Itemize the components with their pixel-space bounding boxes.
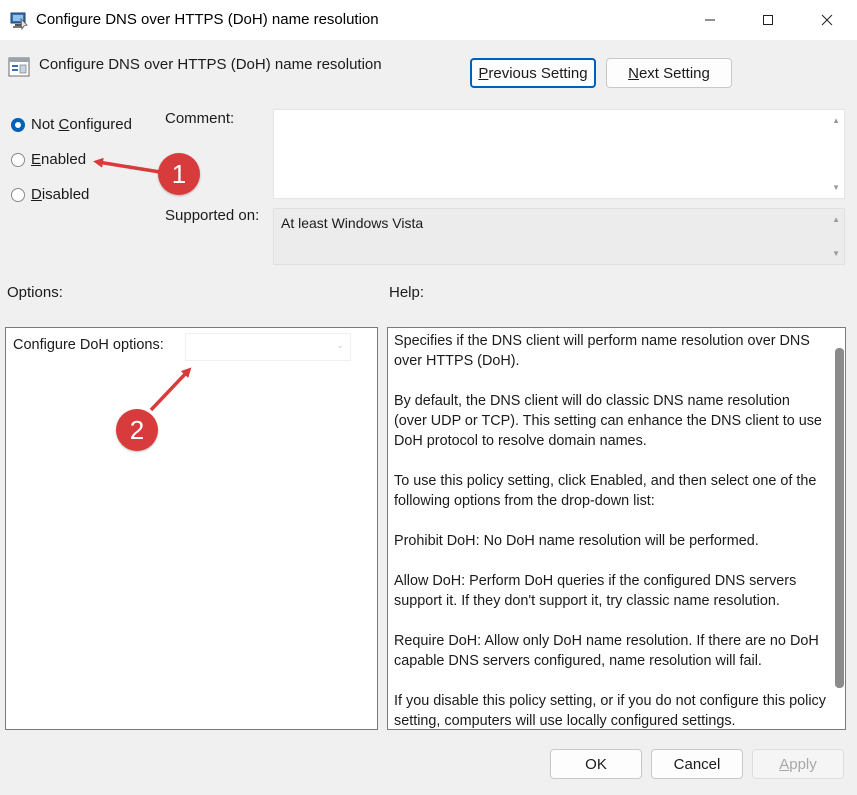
next-setting-accesskey: N	[628, 65, 639, 82]
radio-not-configured[interactable]: Not Configured	[11, 116, 132, 133]
comment-label: Comment:	[165, 110, 234, 127]
help-scrollbar[interactable]	[834, 328, 845, 729]
title-bar[interactable]: Configure DNS over HTTPS (DoH) name reso…	[0, 0, 857, 40]
previous-setting-accesskey: P	[478, 65, 488, 82]
radio-enabled-label: Enabled	[31, 151, 86, 168]
close-button[interactable]	[798, 0, 856, 40]
maximize-icon	[762, 14, 774, 26]
supported-on-value: At least Windows Vista	[281, 215, 423, 231]
comment-scrollbar[interactable]: ▲ ▼	[828, 110, 844, 198]
minimize-icon	[704, 14, 716, 26]
apply-accesskey: A	[779, 756, 789, 773]
apply-button[interactable]: Apply	[752, 749, 844, 779]
supported-on-field: At least Windows Vista ▲ ▼	[273, 208, 845, 265]
window-title: Configure DNS over HTTPS (DoH) name reso…	[36, 11, 379, 28]
help-paragraph: If you disable this policy setting, or i…	[394, 691, 826, 730]
close-icon	[821, 14, 833, 26]
ok-button[interactable]: OK	[550, 749, 642, 779]
annotation-badge-2: 2	[116, 409, 158, 451]
group-policy-app-icon	[9, 10, 29, 30]
supported-on-label: Supported on:	[165, 207, 259, 224]
previous-setting-label: revious Setting	[488, 65, 587, 82]
help-paragraph: To use this policy setting, click Enable…	[394, 471, 826, 511]
radio-disabled-label: Disabled	[31, 186, 89, 203]
help-scrollbar-thumb[interactable]	[835, 348, 844, 688]
radio-indicator	[11, 153, 25, 167]
options-label: Options:	[7, 284, 63, 301]
chevron-down-icon: ⌄	[336, 340, 344, 351]
help-text: Specifies if the DNS client will perform…	[394, 331, 826, 730]
radio-not-configured-label: Not Configured	[31, 116, 132, 133]
help-panel: Specifies if the DNS client will perform…	[387, 327, 846, 730]
configure-doh-dropdown[interactable]: ⌄	[185, 333, 351, 361]
cancel-button[interactable]: Cancel	[651, 749, 743, 779]
supported-on-scrollbar[interactable]: ▲ ▼	[828, 209, 844, 264]
radio-enabled[interactable]: Enabled	[11, 151, 86, 168]
minimize-button[interactable]	[681, 0, 739, 40]
scroll-down-icon[interactable]: ▼	[832, 249, 840, 258]
help-label: Help:	[389, 284, 424, 301]
maximize-button[interactable]	[739, 0, 797, 40]
annotation-arrow-1	[98, 162, 160, 172]
radio-indicator	[11, 188, 25, 202]
options-panel: Configure DoH options: ⌄	[5, 327, 378, 730]
previous-setting-button[interactable]: Previous Setting	[470, 58, 596, 88]
annotation-badge-1: 1	[158, 153, 200, 195]
help-paragraph: Specifies if the DNS client will perform…	[394, 331, 826, 371]
next-setting-label: ext Setting	[639, 65, 710, 82]
scroll-up-icon[interactable]: ▲	[832, 215, 840, 224]
radio-indicator-selected	[11, 118, 25, 132]
scroll-up-icon[interactable]: ▲	[832, 116, 840, 125]
configure-doh-label: Configure DoH options:	[13, 337, 164, 353]
scroll-down-icon[interactable]: ▼	[832, 183, 840, 192]
radio-disabled[interactable]: Disabled	[11, 186, 89, 203]
policy-dialog: Configure DNS over HTTPS (DoH) name reso…	[0, 0, 857, 795]
next-setting-button[interactable]: Next Setting	[606, 58, 732, 88]
apply-label: pply	[789, 756, 817, 773]
help-paragraph: Prohibit DoH: No DoH name resolution wil…	[394, 531, 826, 551]
comment-textarea[interactable]: ▲ ▼	[273, 109, 845, 199]
help-paragraph: Require DoH: Allow only DoH name resolut…	[394, 631, 826, 671]
policy-title: Configure DNS over HTTPS (DoH) name reso…	[39, 56, 382, 73]
help-paragraph: Allow DoH: Perform DoH queries if the co…	[394, 571, 826, 611]
help-paragraph: By default, the DNS client will do class…	[394, 391, 826, 451]
policy-setting-icon	[8, 56, 30, 78]
